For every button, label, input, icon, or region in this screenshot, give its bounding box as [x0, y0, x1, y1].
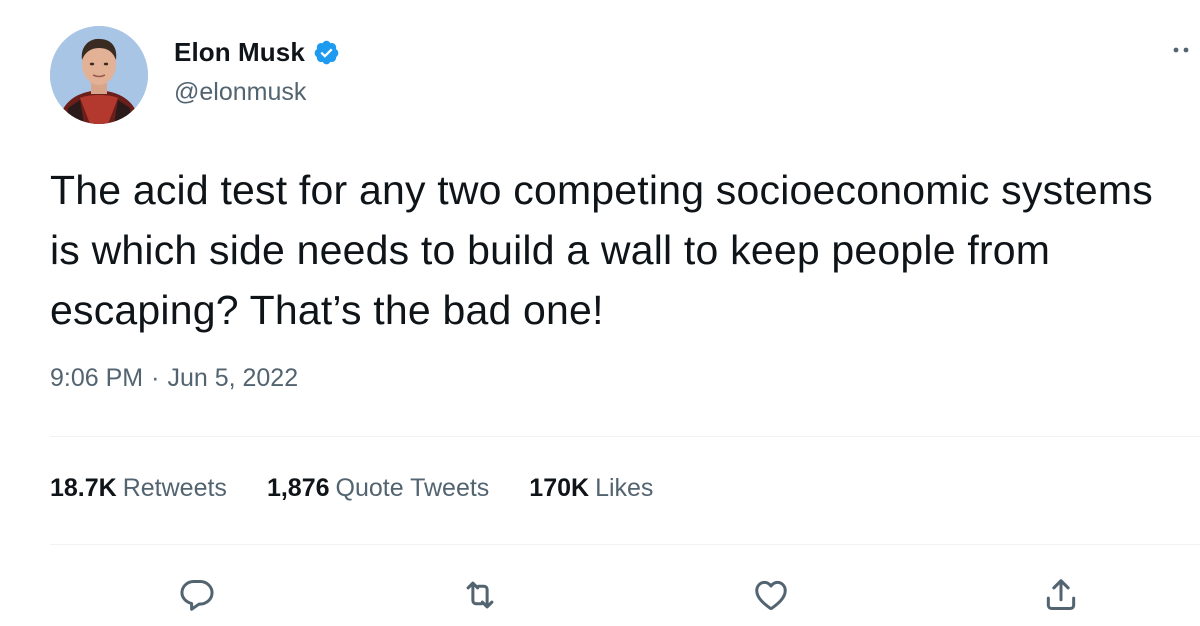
profile-photo-icon — [50, 26, 148, 124]
likes-label: Likes — [595, 474, 654, 502]
retweets-stat[interactable]: 18.7K Retweets — [50, 474, 227, 503]
avatar[interactable] — [50, 26, 148, 124]
verified-badge-icon — [314, 40, 339, 64]
reply-icon — [180, 580, 214, 611]
tweet-time: 9:06 PM — [50, 364, 144, 392]
reply-button[interactable] — [172, 570, 222, 620]
quote-tweets-label: Quote Tweets — [335, 474, 490, 502]
author-name-row: Elon Musk — [174, 34, 340, 70]
author-handle[interactable]: @elonmusk — [174, 78, 306, 107]
retweet-icon — [466, 581, 494, 609]
tweet-date: Jun 5, 2022 — [167, 364, 299, 392]
likes-stat[interactable]: 170K Likes — [529, 474, 653, 503]
retweets-label: Retweets — [122, 474, 227, 502]
retweets-count: 18.7K — [50, 474, 117, 502]
like-icon — [755, 580, 787, 610]
share-button[interactable] — [1036, 570, 1086, 620]
more-options-icon[interactable] — [1168, 40, 1198, 60]
tweet-text: The acid test for any two competing soci… — [50, 167, 1153, 333]
quote-tweets-count: 1,876 — [266, 474, 330, 502]
quote-tweets-stat[interactable]: 1,876 Quote Tweets — [267, 474, 489, 503]
engagement-stats: 18.7K Retweets 1,876 Quote Tweets 170K L… — [50, 474, 653, 503]
likes-count: 170K — [529, 474, 590, 502]
author-display-name[interactable]: Elon Musk — [174, 37, 305, 68]
like-button[interactable] — [746, 570, 796, 620]
share-icon — [1046, 579, 1076, 610]
tweet-timestamp[interactable]: 9:06 PM · Jun 5, 2022 — [50, 364, 298, 393]
divider — [50, 436, 1200, 437]
retweet-button[interactable] — [455, 570, 505, 620]
divider — [50, 544, 1200, 545]
timestamp-separator: · — [151, 364, 160, 392]
